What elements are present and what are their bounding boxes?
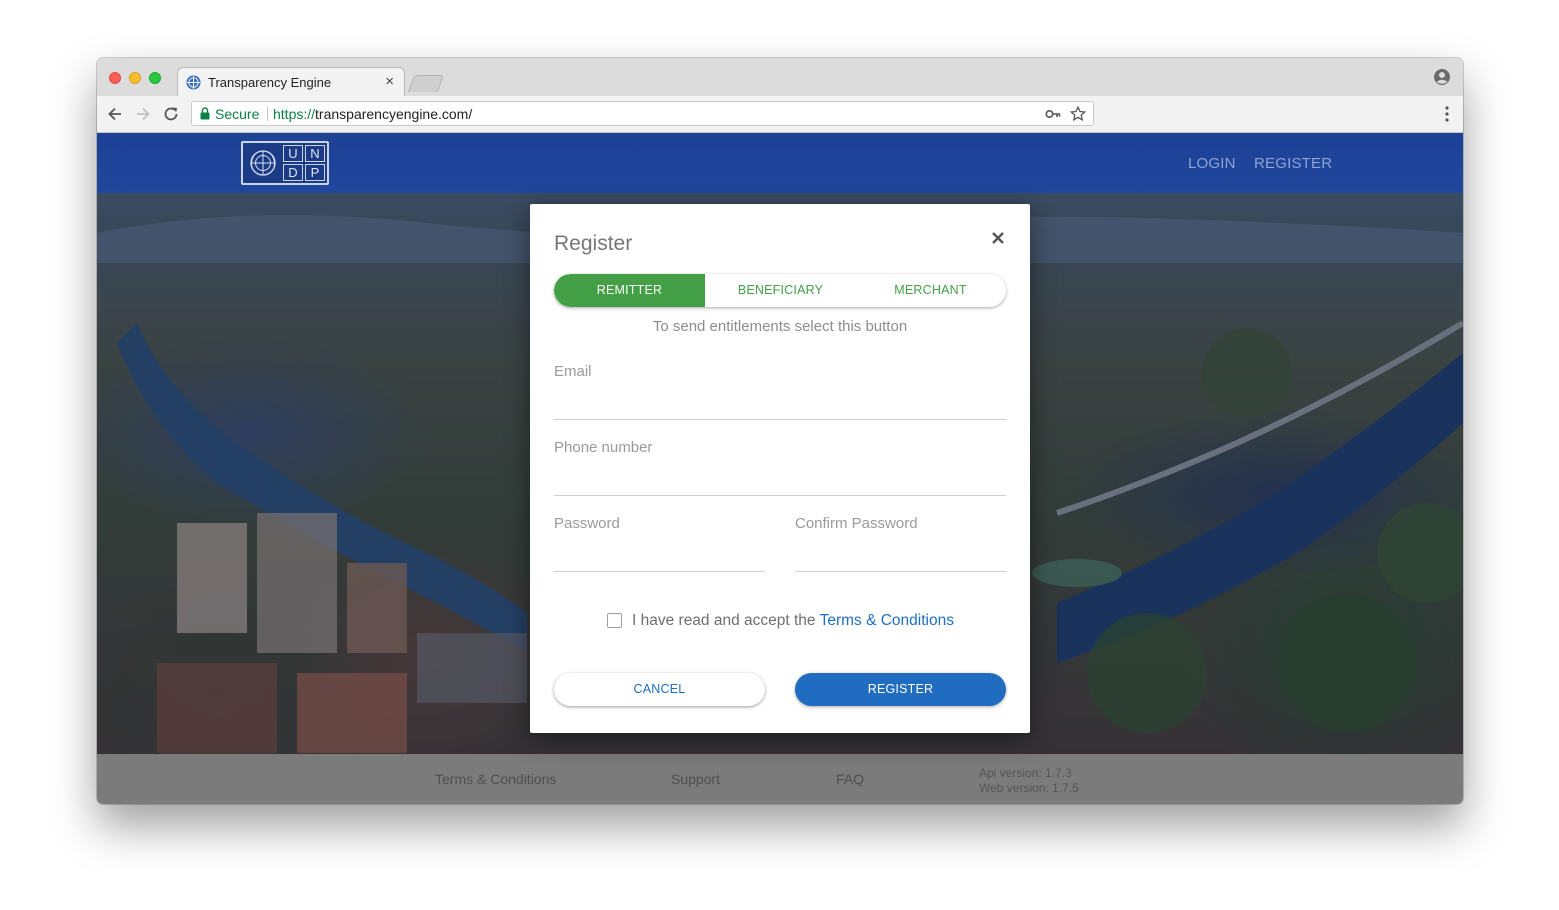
logo-letter-n: N <box>305 145 325 162</box>
close-tab-icon[interactable]: × <box>385 73 394 90</box>
user-type-selector: REMITTER BENEFICIARY MERCHANT <box>554 274 1006 307</box>
footer-faq-link[interactable]: FAQ <box>836 771 864 787</box>
confirm-password-label: Confirm Password <box>795 515 918 532</box>
web-page: U N D P LOGIN REGISTER Terms & Condition… <box>97 133 1463 804</box>
browser-tab[interactable]: Transparency Engine × <box>177 67 405 96</box>
site-navbar: U N D P LOGIN REGISTER <box>97 133 1463 193</box>
cancel-button[interactable]: CANCEL <box>554 673 765 706</box>
lock-icon <box>200 107 210 120</box>
tab-strip: Transparency Engine × <box>97 58 1463 96</box>
tab-remitter[interactable]: REMITTER <box>554 274 705 307</box>
reload-icon[interactable] <box>161 104 181 124</box>
password-field[interactable] <box>554 543 765 572</box>
email-field[interactable] <box>554 391 1006 420</box>
minimize-window-button[interactable] <box>129 72 141 84</box>
undp-logo[interactable]: U N D P <box>241 141 329 185</box>
logo-letter-d: D <box>283 164 303 181</box>
url-scheme: https:// <box>273 106 316 122</box>
user-type-hint: To send entitlements select this button <box>652 318 908 335</box>
logo-letter-p: P <box>305 164 325 181</box>
terms-checkbox[interactable] <box>607 613 622 628</box>
site-footer: Terms & Conditions Support FAQ Api versi… <box>97 754 1463 804</box>
address-separator <box>267 107 268 121</box>
key-icon[interactable] <box>1045 107 1061 121</box>
logo-letter-u: U <box>283 145 303 162</box>
footer-terms-link[interactable]: Terms & Conditions <box>435 771 556 787</box>
close-window-button[interactable] <box>109 72 121 84</box>
dialog-title: Register <box>554 232 633 255</box>
tab-merchant[interactable]: MERCHANT <box>855 274 1006 307</box>
terms-text: I have read and accept the <box>632 612 820 629</box>
secure-label: Secure <box>215 106 260 122</box>
tab-title: Transparency Engine <box>208 75 332 90</box>
un-emblem-icon <box>250 150 276 176</box>
phone-field[interactable] <box>554 467 1006 496</box>
url-text[interactable]: https://transparencyengine.com/ <box>273 106 472 122</box>
terms-statement: I have read and accept the Terms & Condi… <box>632 612 954 630</box>
bookmark-star-icon[interactable] <box>1069 105 1087 123</box>
version-info: Api version: 1.7.3 Web version: 1.7.5 <box>979 766 1079 796</box>
password-label: Password <box>554 515 620 532</box>
zoom-window-button[interactable] <box>149 72 161 84</box>
confirm-password-field[interactable] <box>795 543 1006 572</box>
nav-register-link[interactable]: REGISTER <box>1254 155 1332 172</box>
browser-toolbar: Secure https://transparencyengine.com/ <box>97 96 1463 133</box>
browser-window: Transparency Engine × Secure https://tra… <box>97 58 1463 804</box>
nav-login-link[interactable]: LOGIN <box>1188 155 1236 172</box>
new-tab-button[interactable] <box>407 75 445 92</box>
undp-letters: U N D P <box>283 145 325 181</box>
address-bar[interactable]: Secure https://transparencyengine.com/ <box>191 101 1094 126</box>
back-arrow-icon[interactable] <box>105 104 125 124</box>
web-version: Web version: 1.7.5 <box>979 781 1079 795</box>
profile-icon[interactable] <box>1433 68 1451 86</box>
close-icon[interactable] <box>990 230 1006 246</box>
tab-beneficiary[interactable]: BENEFICIARY <box>705 274 856 307</box>
api-version: Api version: 1.7.3 <box>979 766 1072 780</box>
footer-support-link[interactable]: Support <box>671 771 720 787</box>
un-globe-icon <box>186 75 201 90</box>
terms-link[interactable]: Terms & Conditions <box>820 612 954 629</box>
register-dialog: Register REMITTER BENEFICIARY MERCHANT T… <box>530 204 1030 733</box>
forward-arrow-icon[interactable] <box>133 104 153 124</box>
url-host: transparencyengine.com/ <box>315 106 473 122</box>
phone-label: Phone number <box>554 439 653 456</box>
email-label: Email <box>554 363 592 380</box>
more-menu-icon[interactable] <box>1445 105 1449 123</box>
register-button[interactable]: REGISTER <box>795 673 1006 706</box>
